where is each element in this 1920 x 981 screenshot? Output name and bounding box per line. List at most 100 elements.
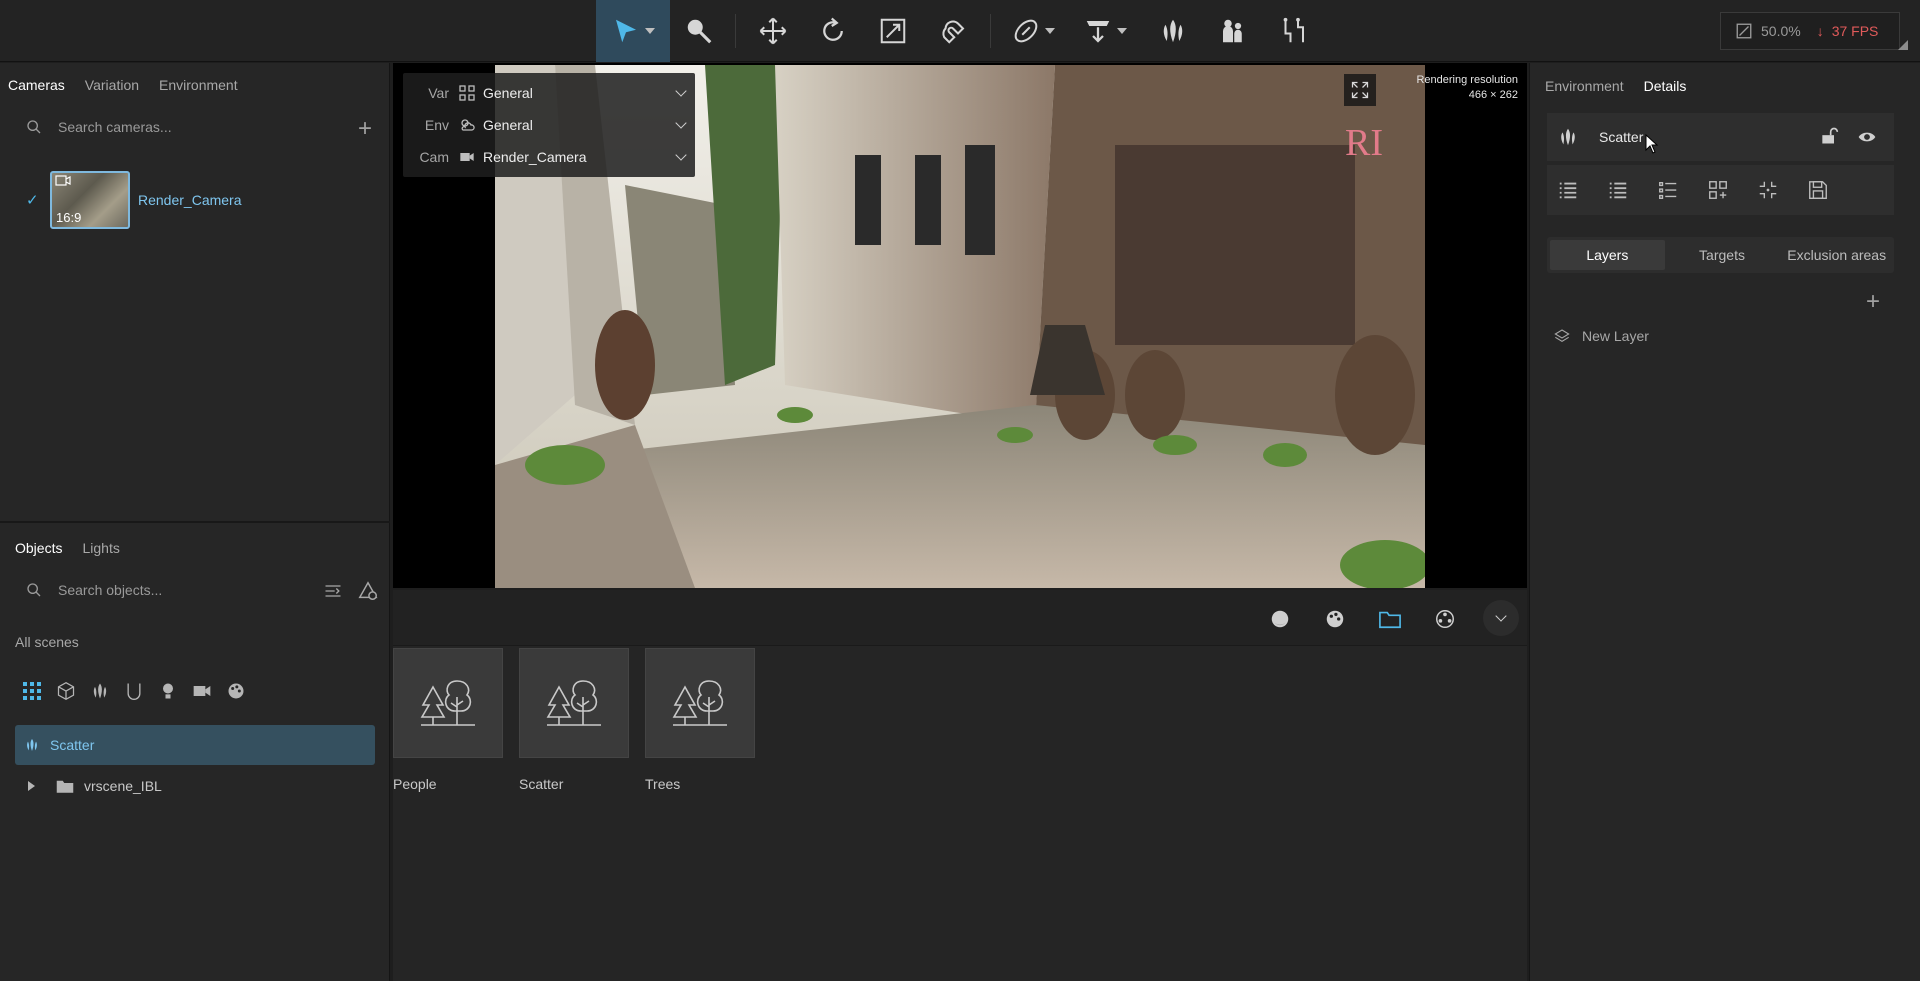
scatter-icon xyxy=(1163,19,1183,43)
svg-text:RI: RI xyxy=(1345,122,1383,164)
scatter-tool-button[interactable] xyxy=(1150,8,1196,54)
tab-variation[interactable]: Variation xyxy=(85,77,139,93)
snap-magnet-icon xyxy=(942,20,965,44)
chevron-down-icon[interactable] xyxy=(1117,28,1127,34)
drop-tool-button[interactable] xyxy=(1082,8,1128,54)
material-sphere-icon[interactable] xyxy=(1269,608,1291,630)
resolution-scale-icon xyxy=(1736,23,1752,39)
tab-environment[interactable]: Environment xyxy=(159,77,238,93)
add-layer-button[interactable]: + xyxy=(1866,290,1880,314)
variation-value: General xyxy=(483,85,533,101)
environment-value: General xyxy=(483,117,533,133)
collapse-icon[interactable] xyxy=(1757,179,1779,201)
object-header: Scatter xyxy=(1547,113,1894,161)
material-palette-icon[interactable] xyxy=(226,681,246,701)
folder-icon[interactable] xyxy=(1379,608,1401,630)
tab-lights[interactable]: Lights xyxy=(82,540,119,556)
grid-add-icon[interactable] xyxy=(1707,179,1729,201)
tab-cameras[interactable]: Cameras xyxy=(8,77,65,93)
layer-item[interactable]: New Layer xyxy=(1554,328,1649,344)
fullscreen-button[interactable] xyxy=(1344,74,1376,106)
variation-selector[interactable]: Var General xyxy=(403,77,695,109)
add-camera-button[interactable]: + xyxy=(358,117,372,141)
mouse-cursor-icon xyxy=(1645,134,1659,154)
collapse-assets-button[interactable] xyxy=(1483,600,1519,636)
scale-icon xyxy=(880,18,906,44)
save-icon[interactable] xyxy=(1807,179,1829,201)
unlock-icon[interactable] xyxy=(1819,126,1839,146)
attach-tool-button[interactable] xyxy=(1010,8,1056,54)
scatter-icon xyxy=(27,739,37,751)
object-name[interactable]: Scatter xyxy=(1599,129,1643,145)
tab-details[interactable]: Details xyxy=(1644,78,1687,94)
camera-name: Render_Camera xyxy=(138,192,242,208)
chevron-down-icon xyxy=(675,117,687,129)
asset-card-scatter[interactable] xyxy=(519,648,629,758)
camera-icon xyxy=(460,153,474,161)
asset-label: Scatter xyxy=(519,776,564,792)
tab-exclusion-areas[interactable]: Exclusion areas xyxy=(1779,247,1894,263)
environment-selector[interactable]: Env General xyxy=(403,109,695,141)
panel-divider[interactable] xyxy=(0,521,390,523)
tab-targets[interactable]: Targets xyxy=(1665,247,1780,263)
left-panel: Cameras Variation Environment Search cam… xyxy=(0,63,390,981)
corner-resize-icon[interactable] xyxy=(1898,40,1908,50)
light-bulb-icon[interactable] xyxy=(158,681,178,701)
expand-arrow-icon[interactable] xyxy=(26,781,36,791)
object-search[interactable]: Search objects... xyxy=(26,582,162,598)
object-search-input[interactable]: Search objects... xyxy=(58,582,162,598)
camera-key: Cam xyxy=(419,149,449,165)
render-viewport[interactable]: RI Var General Env General Cam Render_Ca… xyxy=(393,63,1527,588)
fps-down-arrow-icon: ↓ xyxy=(1816,23,1824,39)
sun-cloud-icon xyxy=(461,119,475,131)
camera-search[interactable]: Search cameras... xyxy=(26,119,172,135)
eye-icon[interactable] xyxy=(1857,127,1877,147)
camera-value: Render_Camera xyxy=(483,149,587,165)
fullscreen-icon xyxy=(1351,81,1369,99)
scatter-icon[interactable] xyxy=(90,681,110,701)
chevron-down-icon[interactable] xyxy=(645,28,655,34)
measure-tool-button[interactable] xyxy=(1270,8,1316,54)
checklist-icon[interactable] xyxy=(1657,179,1679,201)
all-types-grid-icon[interactable] xyxy=(22,681,42,701)
layer-actions-toolbar xyxy=(1547,165,1894,215)
asset-card-people[interactable] xyxy=(393,648,503,758)
palette-icon[interactable] xyxy=(1324,608,1346,630)
move-tool-button[interactable] xyxy=(750,8,796,54)
cube-icon[interactable] xyxy=(56,681,76,701)
paint-tool-button[interactable] xyxy=(676,8,722,54)
camera-icon[interactable] xyxy=(192,681,212,701)
variation-icon xyxy=(459,85,475,101)
paperclip-icon xyxy=(1014,19,1038,43)
trees-icon xyxy=(546,680,601,726)
asset-library-icon[interactable] xyxy=(1434,608,1456,630)
scene-scope[interactable]: All scenes xyxy=(15,634,79,650)
scale-tool-button[interactable] xyxy=(870,8,916,54)
object-row-vrscene[interactable]: vrscene_IBL xyxy=(26,771,162,801)
fps-value: 37 FPS xyxy=(1831,23,1879,39)
object-label: vrscene_IBL xyxy=(84,778,162,794)
chevron-down-icon xyxy=(675,85,687,97)
filter-list-icon[interactable] xyxy=(322,581,344,601)
asset-card-trees[interactable] xyxy=(645,648,755,758)
tab-layers[interactable]: Layers xyxy=(1550,240,1665,270)
performance-indicator: 50.0% ↓ 37 FPS xyxy=(1720,12,1900,50)
spline-icon[interactable] xyxy=(124,681,144,701)
chevron-down-icon xyxy=(675,149,687,161)
snap-tool-button[interactable] xyxy=(930,8,976,54)
object-row-scatter[interactable]: Scatter xyxy=(15,725,375,765)
shapes-filter-icon[interactable] xyxy=(357,580,379,602)
chevron-down-icon[interactable] xyxy=(1045,28,1055,34)
camera-list-item[interactable]: ✓ 16:9 Render_Camera xyxy=(26,171,242,229)
camera-search-input[interactable]: Search cameras... xyxy=(58,119,172,135)
people-tool-button[interactable] xyxy=(1210,8,1256,54)
rotate-tool-button[interactable] xyxy=(810,8,856,54)
object-type-filters xyxy=(22,681,246,701)
list-icon[interactable] xyxy=(1557,179,1579,201)
camera-selector[interactable]: Cam Render_Camera xyxy=(403,141,695,173)
list-add-icon[interactable] xyxy=(1607,179,1629,201)
tab-environment[interactable]: Environment xyxy=(1545,78,1624,94)
measure-icon xyxy=(1283,17,1304,43)
select-tool-button[interactable] xyxy=(596,0,670,62)
tab-objects[interactable]: Objects xyxy=(15,540,62,556)
